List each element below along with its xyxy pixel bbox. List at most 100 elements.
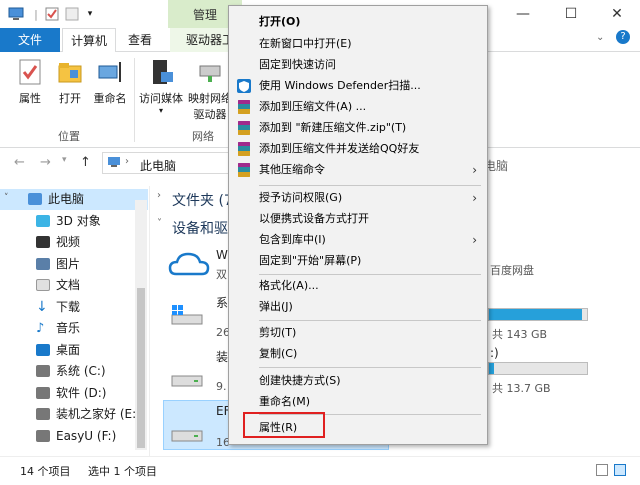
menu-item-add-archive[interactable]: 添加到压缩文件(A) ... <box>231 97 485 117</box>
devices-section-header[interactable]: 设备和驱 <box>172 218 228 238</box>
selection-count: 选中 1 个项目 <box>88 465 157 478</box>
nav-item-drive-f[interactable]: EasyU (F:) <box>0 426 148 447</box>
menu-item-cut[interactable]: 剪切(T) <box>231 323 485 343</box>
menu-item-open-new-window[interactable]: 在新窗口中打开(E) <box>231 34 485 54</box>
item-count: 14 个项目 <box>20 465 71 478</box>
drive-icon <box>36 387 50 399</box>
menu-label: 固定到快速访问 <box>259 58 336 71</box>
menu-item-other-compress[interactable]: 其他压缩命令 › <box>231 160 485 180</box>
drive-e-usage-bar <box>488 362 588 375</box>
nav-item-drive-e[interactable]: 装机之家好 (E:) <box>0 404 148 425</box>
nav-item-label: 系统 (C:) <box>56 364 106 378</box>
menu-item-add-zip[interactable]: 添加到 "新建压缩文件.zip"(T) <box>231 118 485 138</box>
cube-icon <box>36 215 50 227</box>
navigation-pane: 此电脑 3D 对象 视频 图片 文档 ↓ 下载 ♪ 音乐 桌面 系统 (C:) … <box>0 186 150 456</box>
new-folder-icon[interactable] <box>64 6 80 22</box>
forward-arrow-icon[interactable]: → <box>40 155 51 170</box>
tab-view[interactable]: 查看 <box>120 28 160 52</box>
customize-dropdown-icon[interactable]: ▾ <box>82 6 98 22</box>
nav-scrollbar[interactable] <box>135 200 147 450</box>
folders-section-header[interactable]: 文件夹 (7 <box>172 190 233 210</box>
up-arrow-icon[interactable]: ↑ <box>80 155 91 170</box>
map-network-drive-button[interactable]: 映射网络驱动器 <box>186 58 234 122</box>
group-location-label: 位置 <box>58 130 80 143</box>
open-folder-icon <box>56 58 84 86</box>
menu-item-pin-start[interactable]: 固定到"开始"屏幕(P) <box>231 251 485 271</box>
nav-item-desktop[interactable]: 桌面 <box>0 340 148 361</box>
menu-item-open[interactable]: 打开(O) <box>231 12 485 32</box>
nav-item-downloads[interactable]: ↓ 下载 <box>0 297 148 318</box>
menu-item-include-library[interactable]: 包含到库中(I) › <box>231 230 485 250</box>
menu-item-eject[interactable]: 弹出(J) <box>231 297 485 317</box>
address-pc-icon <box>107 156 121 171</box>
rename-button[interactable]: 重命名 <box>86 58 134 106</box>
menu-item-rename[interactable]: 重命名(M) <box>231 392 485 412</box>
collapse-ribbon-icon[interactable]: ⌄ <box>596 32 604 43</box>
expand-chevron-icon[interactable]: ˅ <box>4 193 9 203</box>
nav-item-label: 文档 <box>56 278 81 292</box>
menu-label: 弹出(J) <box>259 300 293 313</box>
close-button[interactable]: ✕ <box>594 0 640 28</box>
menu-separator <box>259 320 481 321</box>
menu-label: 格式化(A)... <box>259 279 319 292</box>
submenu-chevron-icon: › <box>472 163 477 177</box>
minimize-button[interactable]: — <box>500 0 546 28</box>
separator-icon: | <box>34 7 38 21</box>
breadcrumb-this-pc[interactable]: 此电脑 <box>140 157 176 174</box>
access-media-label: 访问媒体 <box>139 92 183 105</box>
monitor-icon[interactable] <box>8 6 24 22</box>
menu-label: 包含到库中(I) <box>259 233 326 246</box>
submenu-chevron-icon: › <box>472 191 477 205</box>
menu-separator <box>259 367 481 368</box>
winrar-icon <box>238 163 250 177</box>
access-media-button[interactable]: 访问媒体 ▾ <box>136 58 186 115</box>
menu-item-create-shortcut[interactable]: 创建快捷方式(S) <box>231 371 485 391</box>
menu-item-copy[interactable]: 复制(C) <box>231 344 485 364</box>
menu-label: 其他压缩命令 <box>259 163 325 176</box>
nav-item-drive-d[interactable]: 软件 (D:) <box>0 383 148 404</box>
nav-scroll-thumb[interactable] <box>137 288 145 448</box>
details-view-icon[interactable] <box>596 464 608 476</box>
properties-check-icon[interactable] <box>44 6 60 22</box>
properties-button[interactable]: 属性 <box>8 58 52 106</box>
maximize-button[interactable]: ☐ <box>548 0 594 28</box>
nav-item-label: 软件 (D:) <box>56 386 107 400</box>
menu-item-pin-quick-access[interactable]: 固定到快速访问 <box>231 55 485 75</box>
nav-item-3d-objects[interactable]: 3D 对象 <box>0 211 148 232</box>
menu-item-open-portable[interactable]: 以便携式设备方式打开 <box>231 209 485 229</box>
tab-computer[interactable]: 计算机 <box>62 28 116 53</box>
tab-file[interactable]: 文件 <box>0 28 60 52</box>
large-icons-view-icon[interactable] <box>614 464 626 476</box>
menu-label: 打开(O) <box>259 15 301 28</box>
back-arrow-icon[interactable]: ← <box>14 155 25 170</box>
help-icon[interactable]: ? <box>616 30 630 44</box>
menu-item-archive-send-qq[interactable]: 添加到压缩文件并发送给QQ好友 <box>231 139 485 159</box>
section-expand-chevron-icon[interactable]: ˅ <box>157 218 162 229</box>
drive-e-name-tail: :) <box>490 346 499 360</box>
nav-item-label: 图片 <box>56 257 81 271</box>
baidu-netdisk-label[interactable]: 百度网盘 <box>490 262 534 278</box>
properties-icon <box>16 58 44 86</box>
nav-item-music[interactable]: ♪ 音乐 <box>0 318 148 339</box>
menu-item-format[interactable]: 格式化(A)... <box>231 276 485 296</box>
menu-label: 添加到压缩文件并发送给QQ好友 <box>259 142 420 155</box>
properties-label: 属性 <box>19 92 41 105</box>
menu-label: 添加到压缩文件(A) ... <box>259 100 367 113</box>
drive-c-capacity: 共 143 GB <box>492 328 548 341</box>
nav-item-label: 下载 <box>56 300 81 314</box>
nav-item-pictures[interactable]: 图片 <box>0 254 148 275</box>
menu-item-grant-access[interactable]: 授予访问权限(G) › <box>231 188 485 208</box>
recent-dropdown-icon[interactable]: ▾ <box>62 155 67 165</box>
cloud-icon <box>168 252 210 276</box>
section-collapse-chevron-icon[interactable]: › <box>157 190 161 201</box>
wps-item-title: W <box>216 248 228 262</box>
menu-item-defender-scan[interactable]: 使用 Windows Defender扫描... <box>231 76 485 96</box>
nav-item-documents[interactable]: 文档 <box>0 275 148 296</box>
nav-item-videos[interactable]: 视频 <box>0 232 148 253</box>
nav-item-label: 桌面 <box>56 343 81 357</box>
breadcrumb-chevron-icon: › <box>125 156 129 167</box>
rename-icon <box>96 58 124 86</box>
nav-item-drive-c[interactable]: 系统 (C:) <box>0 361 148 382</box>
nav-item-this-pc[interactable]: 此电脑 <box>0 189 148 210</box>
menu-label: 复制(C) <box>259 347 298 360</box>
